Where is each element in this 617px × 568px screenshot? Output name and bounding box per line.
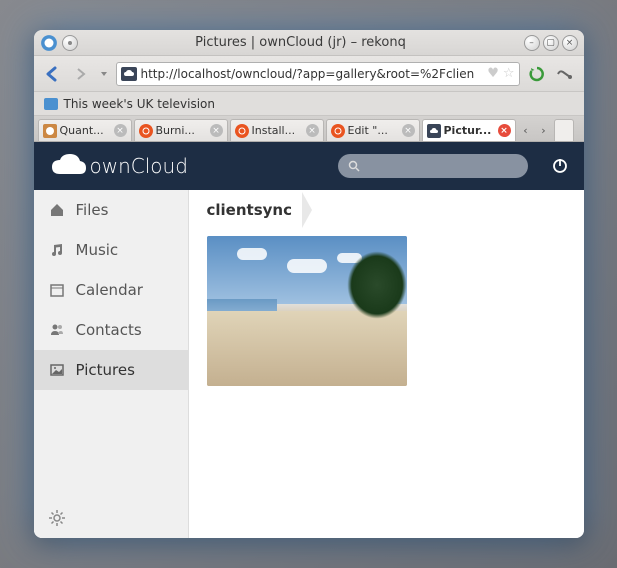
sidebar-item-label: Pictures (76, 361, 135, 379)
bookmark-star-icon[interactable]: ☆ (503, 66, 515, 81)
bookmark-favicon (44, 98, 58, 110)
home-icon (48, 201, 66, 219)
tab-label: Pictur... (444, 124, 495, 137)
browser-window: Pictures | ownCloud (jr) – rekonq – ▢ × … (34, 30, 584, 538)
window-title: Pictures | ownCloud (jr) – rekonq (78, 35, 524, 50)
main-panel: clientsync (189, 190, 584, 538)
url-input[interactable] (141, 67, 484, 81)
tab-scroll-right[interactable]: › (536, 119, 552, 141)
browser-toolbar: ♥ ☆ (34, 56, 584, 92)
pin-button[interactable] (62, 35, 78, 51)
photo-thumbnail[interactable] (207, 236, 407, 386)
tab-favicon (331, 124, 345, 138)
contacts-icon (48, 321, 66, 339)
bookmark-item[interactable]: This week's UK television (64, 97, 215, 111)
cloud-icon (48, 152, 88, 180)
tab-favicon (43, 124, 57, 138)
owncloud-body: Files Music Calendar (34, 190, 584, 538)
address-bar[interactable]: ♥ ☆ (116, 62, 520, 86)
tab-scroll-left[interactable]: ‹ (518, 119, 534, 141)
search-icon (348, 157, 360, 176)
sidebar-nav: Files Music Calendar (34, 190, 188, 502)
favorite-icon[interactable]: ♥ (487, 66, 499, 81)
sidebar-item-label: Contacts (76, 321, 142, 339)
sidebar-item-calendar[interactable]: Calendar (34, 270, 188, 310)
tab-favicon (427, 124, 441, 138)
tab-1[interactable]: Burni... × (134, 119, 228, 141)
sidebar: Files Music Calendar (34, 190, 189, 538)
tab-favicon (139, 124, 153, 138)
tab-close-icon[interactable]: × (114, 124, 127, 137)
gear-icon (48, 509, 66, 531)
tab-label: Burni... (156, 124, 207, 137)
tab-close-icon[interactable]: × (402, 124, 415, 137)
sidebar-item-label: Music (76, 241, 119, 259)
tab-close-icon[interactable]: × (306, 124, 319, 137)
tab-bar: Quant... × Burni... × Install... × Edit … (34, 116, 584, 142)
settings-button[interactable] (34, 502, 188, 538)
search-box[interactable] (338, 154, 528, 178)
sidebar-item-contacts[interactable]: Contacts (34, 310, 188, 350)
tab-label: Install... (252, 124, 303, 137)
breadcrumb-item[interactable]: clientsync (207, 201, 312, 219)
new-tab-button[interactable] (554, 119, 574, 141)
history-dropdown[interactable] (98, 63, 110, 85)
breadcrumb: clientsync (189, 190, 584, 230)
sidebar-item-pictures[interactable]: Pictures (34, 350, 188, 390)
sidebar-item-label: Files (76, 201, 109, 219)
maximize-button[interactable]: ▢ (543, 35, 559, 51)
tab-label: Edit "... (348, 124, 399, 137)
tab-0[interactable]: Quant... × (38, 119, 132, 141)
bookmark-bar: This week's UK television (34, 92, 584, 116)
site-icon (121, 67, 137, 81)
titlebar: Pictures | ownCloud (jr) – rekonq – ▢ × (34, 30, 584, 56)
tab-close-icon[interactable]: × (210, 124, 223, 137)
music-icon (48, 241, 66, 259)
close-button[interactable]: × (562, 35, 578, 51)
pictures-icon (48, 361, 66, 379)
reload-button[interactable] (526, 63, 548, 85)
forward-button[interactable] (70, 63, 92, 85)
tab-3[interactable]: Edit "... × (326, 119, 420, 141)
tab-4-active[interactable]: Pictur... × (422, 119, 516, 141)
sidebar-item-music[interactable]: Music (34, 230, 188, 270)
logout-button[interactable] (550, 156, 570, 176)
page-content: ownCloud Files (34, 142, 584, 538)
owncloud-logo[interactable]: ownCloud (48, 152, 188, 180)
back-button[interactable] (42, 63, 64, 85)
tab-favicon (235, 124, 249, 138)
sidebar-item-label: Calendar (76, 281, 143, 299)
tools-button[interactable] (554, 63, 576, 85)
tab-2[interactable]: Install... × (230, 119, 324, 141)
gallery (189, 230, 584, 538)
sidebar-item-files[interactable]: Files (34, 190, 188, 230)
tab-label: Quant... (60, 124, 111, 137)
minimize-button[interactable]: – (524, 35, 540, 51)
brand-text: ownCloud (90, 154, 188, 178)
app-icon (40, 35, 58, 51)
owncloud-header: ownCloud (34, 142, 584, 190)
search-input[interactable] (364, 159, 518, 173)
calendar-icon (48, 281, 66, 299)
tab-close-icon[interactable]: × (498, 124, 511, 137)
